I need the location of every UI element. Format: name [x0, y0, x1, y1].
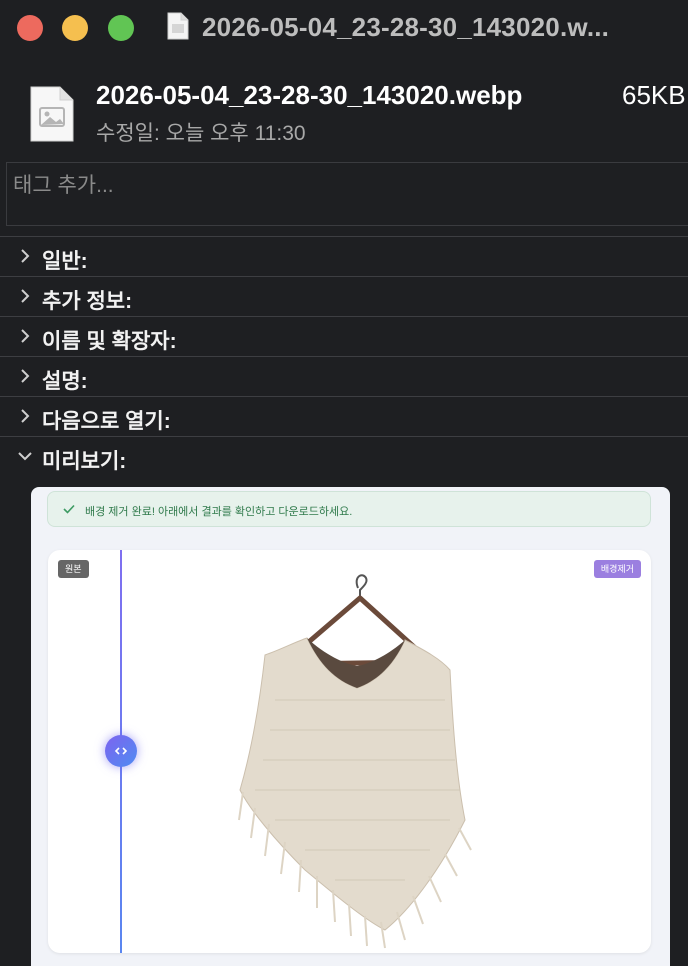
success-notice: 배경 제거 완료! 아래에서 결과를 확인하고 다운로드하세요. — [47, 491, 651, 527]
section-comments[interactable]: 설명: — [0, 356, 688, 395]
comparison-slider-handle[interactable] — [105, 735, 137, 767]
drag-arrows-icon — [114, 747, 128, 755]
section-label: 다음으로 열기: — [42, 410, 171, 433]
document-icon — [167, 12, 189, 40]
minimize-window-button[interactable] — [62, 15, 88, 41]
chevron-down-icon — [18, 452, 32, 461]
image-file-icon — [30, 86, 74, 142]
title-bar: 2026-05-04_23-28-30_143020.w... — [0, 0, 688, 58]
section-label: 추가 정보: — [42, 290, 133, 313]
chevron-right-icon — [21, 289, 30, 303]
chevron-right-icon — [21, 369, 30, 383]
section-preview[interactable]: 미리보기: — [0, 436, 688, 475]
preview-image: 배경 제거 완료! 아래에서 결과를 확인하고 다운로드하세요. 원본 배경제거 — [31, 487, 670, 966]
window-title: 2026-05-04_23-28-30_143020.w... — [202, 12, 610, 42]
maximize-window-button[interactable] — [108, 15, 134, 41]
section-label: 미리보기: — [42, 450, 127, 473]
file-name: 2026-05-04_23-28-30_143020.webp — [96, 80, 523, 110]
section-label: 설명: — [42, 370, 88, 393]
poncho-image — [238, 574, 472, 949]
original-badge: 원본 — [58, 560, 89, 578]
comparison-canvas: 원본 배경제거 — [48, 550, 651, 953]
tags-placeholder: 태그 추가... — [13, 174, 114, 197]
check-icon — [63, 504, 75, 514]
chevron-right-icon — [21, 329, 30, 343]
chevron-right-icon — [21, 249, 30, 263]
section-general[interactable]: 일반: — [0, 236, 688, 275]
modified-date: 수정일: 오늘 오후 11:30 — [96, 122, 306, 145]
section-open-with[interactable]: 다음으로 열기: — [0, 396, 688, 435]
section-more-info[interactable]: 추가 정보: — [0, 276, 688, 315]
section-name-extension[interactable]: 이름 및 확장자: — [0, 316, 688, 355]
section-label: 일반: — [42, 250, 88, 273]
background-removed-badge: 배경제거 — [593, 560, 641, 578]
chevron-right-icon — [21, 409, 30, 423]
notice-text: 배경 제거 완료! 아래에서 결과를 확인하고 다운로드하세요. — [85, 506, 353, 518]
section-label: 이름 및 확장자: — [42, 330, 177, 353]
close-window-button[interactable] — [17, 15, 43, 41]
file-size: 65KB — [622, 80, 686, 110]
tags-input[interactable]: 태그 추가... — [6, 162, 688, 226]
